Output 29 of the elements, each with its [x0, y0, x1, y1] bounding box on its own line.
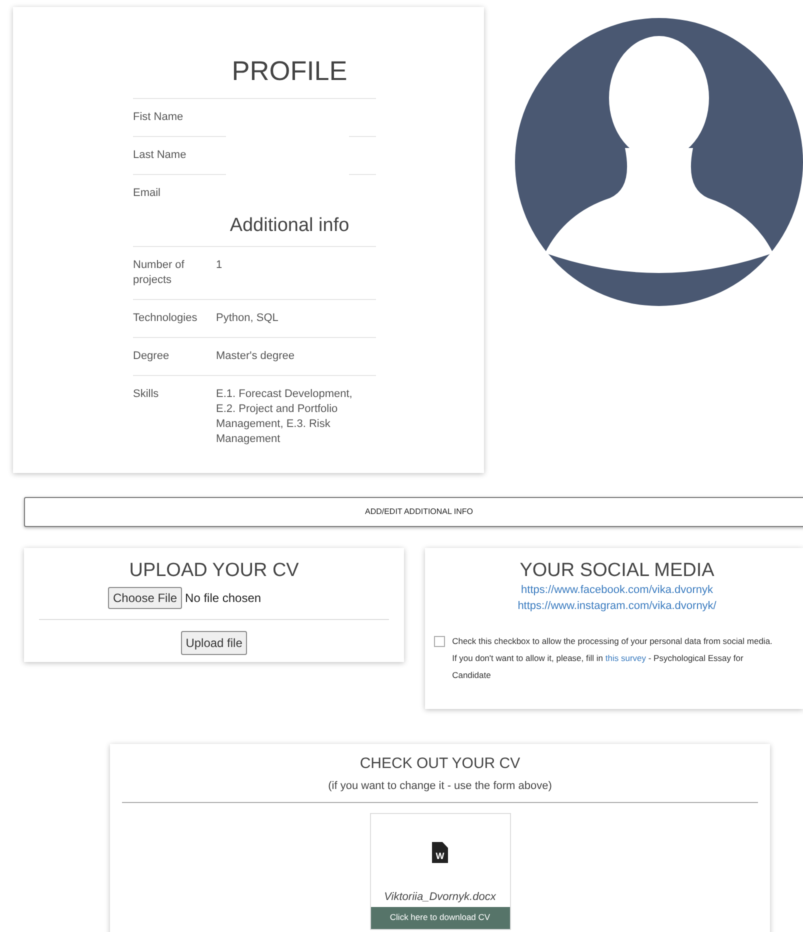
field-value: Master's degree: [216, 349, 296, 364]
field-value: E.1. Forecast Development, E.2. Project and Portfolio Management, E.3. Risk Management: [216, 387, 354, 447]
survey-link[interactable]: this survey: [605, 653, 646, 663]
cv-title: CHECK OUT YOUR CV: [360, 754, 520, 774]
field-value: 1: [216, 258, 224, 273]
download-cv-button[interactable]: Click here to download CV: [370, 906, 510, 928]
profile-title: PROFILE: [230, 55, 348, 88]
field-label: Skills: [133, 387, 160, 402]
consent-text: Check this checkbox to allow the processing of your personal data from social media. If you don't want to allow it, please, fill in this survey - Psychological Essay for Candidate: [452, 635, 774, 682]
field-label: Last Name: [133, 148, 188, 162]
social-link[interactable]: https://www.instagram.com/vika.dvornyk/: [425, 598, 803, 614]
cv-subtitle: (if you want to change it - use the form above): [328, 778, 552, 794]
social-title: YOUR SOCIAL MEDIA: [518, 560, 716, 582]
choose-file-button[interactable]: Choose File: [108, 587, 182, 609]
field-label: Email: [133, 186, 162, 200]
word-file-icon: W: [432, 842, 448, 863]
field-label: Degree: [133, 349, 170, 364]
field-value: Python, SQL: [216, 311, 280, 326]
additional-info-title: Additional info: [228, 214, 350, 238]
social-link[interactable]: https://www.facebook.com/vika.dvornyk: [425, 582, 803, 598]
file-status: No file chosen: [185, 590, 262, 607]
upload-title: UPLOAD YOUR CV: [128, 560, 300, 582]
consent-checkbox[interactable]: [434, 636, 446, 647]
field-label: Technologies: [133, 311, 198, 326]
file-name: Viktoriia_Dvornyk.docx: [384, 890, 496, 905]
field-label: Fist Name: [133, 110, 184, 124]
field-label: Number of projects: [133, 258, 186, 288]
add-edit-info-button[interactable]: ADD/EDIT ADDITIONAL INFO: [24, 497, 803, 527]
upload-file-button[interactable]: Upload file: [180, 631, 248, 655]
